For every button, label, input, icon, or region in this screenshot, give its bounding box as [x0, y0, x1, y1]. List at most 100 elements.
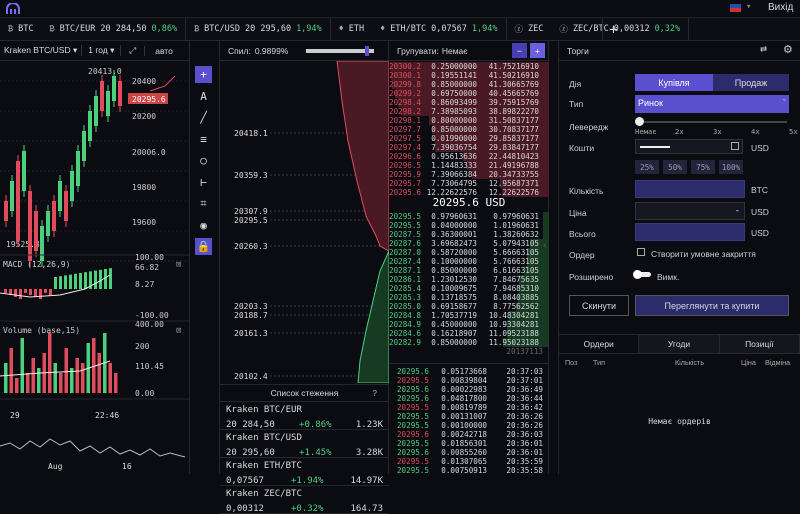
mode-button[interactable]: авто — [144, 45, 183, 56]
swap-icon[interactable]: ⇄ — [760, 44, 767, 55]
orderbook-row[interactable]: 20284.6 0.16218907 11.09523188 — [389, 329, 549, 338]
ticker-item[interactable]: ₿ BTC — [0, 18, 41, 41]
fullscreen-icon[interactable]: ⤢ — [120, 45, 144, 56]
orderbook-row[interactable]: 20287.5 0.36300001 1.38260632 — [389, 230, 549, 239]
orderbook-row[interactable]: 20287.4 0.10000000 5.76663105 — [389, 257, 549, 266]
sell-tab[interactable]: Продаж — [713, 74, 789, 91]
add-pair-button[interactable]: + — [602, 18, 624, 41]
extended-toggle-knob[interactable] — [633, 270, 642, 279]
amount-checkbox[interactable] — [731, 142, 739, 150]
orderbook-row[interactable]: 20285.3 0.13718575 8.08403885 — [389, 293, 549, 302]
review-buy-button[interactable]: Переглянути та купити — [635, 295, 789, 316]
zoom-out-button[interactable]: − — [512, 43, 527, 58]
orderbook-row[interactable]: 20295.5 0.04000000 1.01960631 — [389, 221, 549, 230]
close-macd-icon[interactable]: ⊠ — [176, 260, 181, 270]
leverage-handle[interactable] — [635, 117, 644, 126]
percent-button[interactable]: 100% — [719, 160, 743, 174]
eye-icon[interactable]: ◉ — [195, 217, 212, 234]
flag-icon[interactable] — [730, 4, 741, 12]
percent-button[interactable]: 25% — [635, 160, 659, 174]
orderbook-row[interactable]: 20296.6 0.95613636 22.44810423 — [389, 152, 549, 161]
leverage-slider[interactable] — [639, 121, 787, 123]
orderbook-row[interactable]: 20287.6 3.69682473 5.07943105 — [389, 239, 549, 248]
lock-icon[interactable]: 🔒 — [195, 238, 212, 255]
orderbook-row[interactable]: 20295.6 12.22622576 12.22622576 — [389, 188, 549, 197]
ticker-price: 20 284,50 — [100, 24, 147, 34]
candle — [58, 181, 62, 211]
leverage-tick: Немає — [635, 127, 657, 136]
orderbook-row[interactable]: 20300.1 0.19551141 41.50216910 — [389, 71, 549, 80]
macd-bar — [54, 277, 57, 289]
spread-slider-handle[interactable] — [365, 46, 369, 56]
measure-icon[interactable]: ⊢ — [195, 174, 212, 191]
logout-button[interactable]: Вихід — [768, 2, 793, 13]
ticker-item[interactable]: ♦ ETH/BTC 0,07567 1,94% — [372, 17, 507, 41]
orderbook-row[interactable]: 20297.7 0.85000000 30.70837177 — [389, 125, 549, 134]
orderbook-row[interactable]: 20295.7 7.73064795 12.95687371 — [389, 179, 549, 188]
orderbook-row[interactable]: 20284.9 0.45000000 10.93304281 — [389, 320, 549, 329]
orders-tab[interactable]: Ордери — [559, 335, 640, 353]
group-value[interactable]: Немає — [442, 46, 468, 56]
price-chart[interactable]: 20413.0 20400 20295.6 20200 20006.0 19800 1960… — [0, 61, 190, 474]
orderbook-row[interactable]: 20297.4 7.39036754 29.83847177 — [389, 143, 549, 152]
percent-button[interactable]: 75% — [691, 160, 715, 174]
watchlist-item[interactable]: Kraken ETH/BTC 0,07567 +1.94% 14.97K — [220, 458, 389, 486]
ticker-item[interactable]: ₿ BTC/EUR 20 284,50 0,86% — [41, 17, 187, 41]
book-total: 30.70837177 — [488, 125, 539, 134]
line-icon[interactable]: ╱ — [195, 109, 212, 126]
plus-icon[interactable]: + — [195, 66, 212, 83]
reset-button[interactable]: Скинути — [569, 295, 629, 316]
depth-panel: Спил: 0.9899% 20418.1 20359.3 20307.9 20295… — [220, 41, 389, 514]
crop-icon[interactable]: ⌗ — [195, 195, 212, 212]
price-input[interactable]: - — [635, 202, 745, 220]
market-select[interactable]: Kraken BTC/USD ▾ — [0, 45, 81, 56]
watchlist-item[interactable]: Kraken ZEC/BTC 0,00312 +0.32% 164.73 — [220, 486, 389, 514]
orders-tab[interactable]: Угоди — [639, 335, 720, 353]
orderbook-row[interactable]: 20286.1 1.23012530 7.84675635 — [389, 275, 549, 284]
orderbook-row[interactable]: 20300.2 0.25000000 41.75216910 — [389, 62, 549, 71]
spread-slider[interactable] — [306, 49, 374, 53]
buy-tab[interactable]: Купівля — [635, 74, 713, 91]
conditional-close-checkbox[interactable] — [637, 248, 645, 256]
help-icon[interactable]: ? — [372, 388, 377, 398]
splitter[interactable] — [549, 41, 559, 474]
orderbook-row[interactable]: 20298.2 7.38985093 38.89822270 — [389, 107, 549, 116]
orderbook-row[interactable]: 20285.4 0.10009675 7.94685310 — [389, 284, 549, 293]
candle — [82, 131, 86, 161]
text-icon[interactable]: A — [195, 88, 212, 105]
orderbook-row[interactable]: 20295.5 0.97960631 0.97960631 — [389, 212, 549, 221]
depth-level-label: 20188.7 — [234, 311, 268, 320]
ticker-item[interactable]: ₿ BTC/USD 20 295,60 1,94% — [186, 17, 331, 41]
orderbook-row[interactable]: 20298.4 0.86093499 39.75915769 — [389, 98, 549, 107]
ticker-item[interactable]: ⓩ ZEC — [507, 18, 552, 41]
watchlist-item[interactable]: Kraken BTC/USD 20 295,60 +1.45% 3.28K — [220, 430, 389, 458]
interval-select[interactable]: 1 год ▾ — [81, 45, 120, 56]
amount-input[interactable] — [635, 139, 743, 154]
orderbook-row[interactable]: 20299.2 0.69750000 40.45665769 — [389, 89, 549, 98]
type-select[interactable]: Ринок ˇ — [635, 95, 789, 113]
gear-icon[interactable]: ⚙ — [783, 43, 793, 56]
chevron-down-icon[interactable]: ▾ — [746, 2, 751, 12]
percent-button[interactable]: 50% — [663, 160, 687, 174]
zoom-in-button[interactable]: + — [530, 43, 545, 58]
orderbook-row[interactable]: 20295.9 7.39066384 20.34733755 — [389, 170, 549, 179]
orderbook-row[interactable]: 20285.0 0.69158677 8.77562562 — [389, 302, 549, 311]
navigator-line[interactable] — [0, 438, 186, 458]
collapse-icon[interactable]: ‹ — [542, 241, 547, 251]
orderbook-row[interactable]: 20299.8 0.85000000 41.30665769 — [389, 80, 549, 89]
orderbook-row[interactable]: 20284.8 1.70537719 10.48304281 — [389, 311, 549, 320]
orderbook-row[interactable]: 20296.5 1.14483333 21.49196788 — [389, 161, 549, 170]
watchlist-item[interactable]: Kraken BTC/EUR 20 284,50 +0.86% 1.23K — [220, 402, 389, 430]
orderbook-row[interactable]: 20297.5 0.01990000 29.85837177 — [389, 134, 549, 143]
circle-icon[interactable]: ○ — [195, 152, 212, 169]
total-input[interactable] — [635, 223, 745, 241]
orderbook-row[interactable]: 20287.0 0.58720000 5.66663105 — [389, 248, 549, 257]
ticker-item[interactable]: ♦ ETH — [331, 18, 372, 41]
qty-input[interactable] — [635, 180, 745, 198]
close-volume-icon[interactable]: ⊠ — [176, 326, 181, 336]
orderbook-row[interactable]: 20282.9 0.85000000 11.95023188 — [389, 338, 549, 347]
orderbook-row[interactable]: 20287.1 0.85000000 6.61663105 — [389, 266, 549, 275]
list-icon[interactable]: ≡ — [195, 131, 212, 148]
orders-tab[interactable]: Позиції — [719, 335, 800, 353]
orderbook-row[interactable]: 20298.1 0.80000000 31.50837177 — [389, 116, 549, 125]
